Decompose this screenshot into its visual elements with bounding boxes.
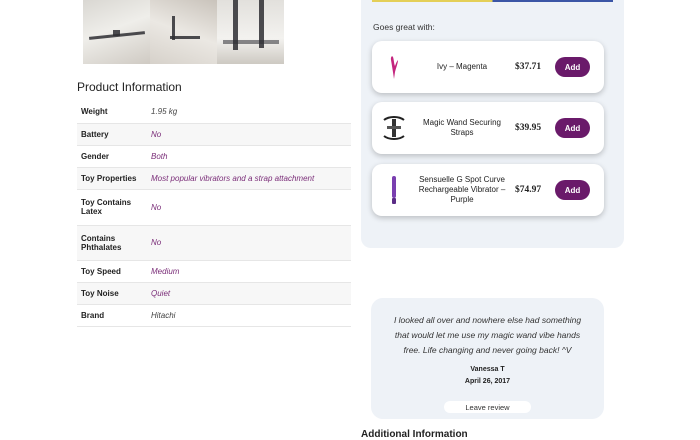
table-row: Toy Noise Quiet [77,282,351,305]
gallery-thumb-pillow[interactable] [150,0,217,64]
info-key: Contains Phthalates [77,225,147,261]
review-date: April 26, 2017 [464,378,511,385]
panel-top-buttons-edge [372,0,613,2]
info-value: No [147,225,351,261]
review-card: I looked all over and nowhere else had s… [371,298,604,419]
table-row: Battery No [77,123,351,146]
table-row: Toy Properties Most popular vibrators an… [77,167,351,190]
table-row: Weight 1.95 kg [77,100,351,124]
info-value: Most popular vibrators and a strap attac… [147,167,351,190]
add-button-straps[interactable]: Add [555,118,590,138]
info-key: Battery [77,123,147,146]
info-key: Toy Noise [77,282,147,305]
strap-icon[interactable] [380,110,408,146]
upsell-name[interactable]: Sensuelle G Spot Curve Rechargeable Vibr… [412,164,512,216]
upsell-name[interactable]: Ivy – Magenta [412,41,512,93]
info-value: No [147,189,351,226]
upsell-price: $74.97 [515,185,542,195]
add-button-sensuelle[interactable]: Add [555,180,590,200]
product-info-title: Product Information [77,80,182,94]
info-value: Hitachi [147,304,351,327]
upsell-card: Sensuelle G Spot Curve Rechargeable Vibr… [372,164,604,216]
upsell-card: Ivy – Magenta $37.71 Add [372,41,604,93]
table-row: Contains Phthalates No [77,225,351,261]
gallery-thumb-wand[interactable] [217,0,284,64]
purple-vibrator-icon[interactable] [380,172,408,208]
info-value: Medium [147,260,351,283]
upsell-price: $37.71 [515,62,542,72]
info-key: Weight [77,100,147,124]
review-quote: I looked all over and nowhere else had s… [393,315,582,355]
info-value: Quiet [147,282,351,305]
info-key: Toy Properties [77,167,147,190]
add-button-ivy[interactable]: Add [555,57,590,77]
upsell-card: Magic Wand Securing Straps $39.95 Add [372,102,604,154]
goes-great-label: Goes great with: [373,22,435,32]
table-row: Gender Both [77,145,351,168]
info-key: Toy Contains Latex [77,189,147,226]
info-value: 1.95 kg [147,100,351,124]
gallery-thumb-bed[interactable] [83,0,150,64]
review-author: Vanessa T [470,366,505,373]
info-key: Gender [77,145,147,168]
table-row: Brand Hitachi [77,304,351,327]
leave-review-button[interactable]: Leave review [444,401,531,413]
info-value: Both [147,145,351,168]
info-key: Brand [77,304,147,327]
product-info-table: Weight 1.95 kg Battery No Gender Both To… [77,100,351,327]
info-key: Toy Speed [77,260,147,283]
table-row: Toy Speed Medium [77,260,351,283]
info-value: No [147,123,351,146]
product-gallery [83,0,284,64]
upsell-name[interactable]: Magic Wand Securing Straps [412,102,512,154]
upsell-price: $39.95 [515,123,542,133]
magenta-vibrator-icon[interactable] [380,49,408,85]
table-row: Toy Contains Latex No [77,189,351,226]
